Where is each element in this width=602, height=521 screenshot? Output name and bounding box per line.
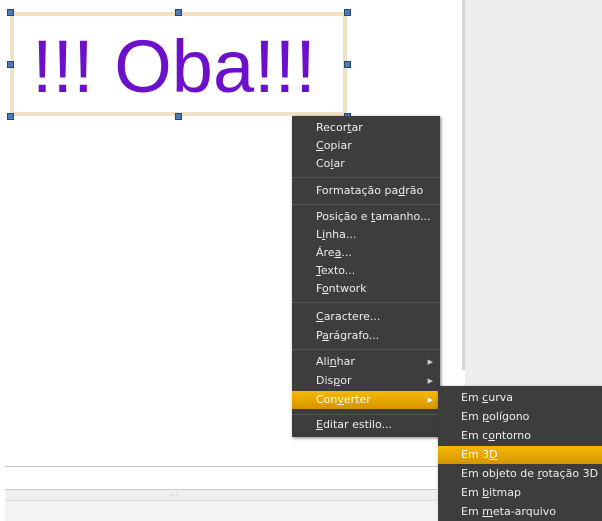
horizontal-scrollbar[interactable]: ::: [5, 489, 437, 501]
menu-item-label: ntorno [494, 429, 531, 442]
menu-item-label: or [340, 374, 352, 387]
accelerator-key: o [488, 429, 495, 442]
menu-item-copy[interactable]: Copiar [292, 137, 440, 155]
menu-item-label: Dis [316, 374, 334, 387]
menu-item-label: Ali [316, 355, 330, 368]
triangle-right-icon: ▶ [427, 358, 433, 366]
accelerator-key: D [489, 448, 498, 461]
accelerator-key: m [482, 505, 493, 518]
menu-item-text[interactable]: Texto... [292, 262, 440, 280]
menu-item-label: Con [316, 393, 338, 406]
selection-handle-right[interactable] [344, 61, 351, 68]
menu-item-label: Posição e [316, 210, 372, 223]
submenu-item-to-contour[interactable]: Em contorno [438, 427, 602, 445]
menu-item-label: opiar [323, 139, 352, 152]
selection-handle-top-left[interactable] [7, 9, 14, 16]
menu-item-label: ntwork [328, 282, 367, 295]
menu-item-label: olígono [489, 410, 530, 423]
menu-item-area[interactable]: Área... [292, 244, 440, 262]
menu-item-label: itmap [489, 486, 521, 499]
menu-item-label: amanho... [375, 210, 431, 223]
selection-handle-top-right[interactable] [344, 9, 351, 16]
menu-item-label: erter [343, 393, 371, 406]
menu-item-paste[interactable]: Colar [292, 155, 440, 173]
selection-handle-bottom[interactable] [175, 113, 182, 120]
menu-item-label: rágrafo... [328, 329, 380, 342]
menu-item-label: Em [461, 486, 483, 499]
submenu-item-to-polygon[interactable]: Em polígono [438, 408, 602, 426]
menu-item-label: Em objeto de [461, 467, 538, 480]
triangle-right-icon: ▶ [427, 377, 433, 385]
menu-item-label: har [336, 355, 355, 368]
menu-item-label: Em [461, 391, 483, 404]
menu-item-label: rão [405, 184, 424, 197]
submenu-item-to-metafile[interactable]: Em meta-arquivo [438, 503, 602, 521]
accelerator-key: a [322, 329, 329, 342]
text-box-object[interactable]: !!! Oba!!! [10, 12, 347, 116]
menu-item-label: Recor [316, 121, 348, 134]
menu-separator [292, 414, 440, 415]
menu-item-label: ... [341, 246, 352, 259]
menu-item-cut[interactable]: Recortar [292, 119, 440, 137]
menu-separator [292, 302, 440, 303]
submenu-item-to-bitmap[interactable]: Em bitmap [438, 484, 602, 502]
menu-item-arrange[interactable]: Dispor ▶ [292, 372, 440, 390]
menu-item-label: Áre [316, 246, 335, 259]
submenu-item-to-3d-rotation-object[interactable]: Em objeto de rotação 3D [438, 465, 602, 483]
selection-handle-bottom-left[interactable] [7, 113, 14, 120]
menu-item-align[interactable]: Alinhar ▶ [292, 353, 440, 371]
menu-item-label: ar [351, 121, 363, 134]
context-menu: Recortar Copiar Colar Formatação padrão … [292, 116, 440, 437]
menu-item-label: Formatação pa [316, 184, 399, 197]
menu-item-convert[interactable]: Converter ▶ [292, 391, 440, 409]
menu-item-label: otação 3D [541, 467, 599, 480]
status-strip [5, 501, 437, 521]
menu-item-default-formatting[interactable]: Formatação padrão [292, 182, 440, 200]
menu-item-label: ar [333, 157, 345, 170]
accelerator-key: C [316, 139, 324, 152]
menu-separator [292, 349, 440, 350]
menu-item-label: Em c [461, 429, 489, 442]
menu-separator [292, 177, 440, 178]
menu-separator [292, 204, 440, 205]
menu-item-position-size[interactable]: Posição e tamanho... [292, 208, 440, 226]
submenu-item-to-curve[interactable]: Em curva [438, 389, 602, 407]
scrollbar-grip[interactable]: ::: [170, 491, 179, 498]
menu-item-character[interactable]: Caractere... [292, 308, 440, 326]
menu-item-label: ditar estilo... [322, 418, 393, 431]
accelerator-key: E [316, 418, 323, 431]
accelerator-key: o [321, 282, 329, 295]
selection-handle-top[interactable] [175, 9, 182, 16]
triangle-right-icon: ▶ [427, 396, 433, 404]
selection-handle-left[interactable] [7, 61, 14, 68]
menu-item-label: Co [316, 157, 331, 170]
menu-item-label: Em [461, 410, 483, 423]
menu-item-label: Em [461, 505, 483, 518]
menu-item-label: urva [488, 391, 513, 404]
text-box-content: !!! Oba!!! [32, 25, 316, 108]
convert-submenu: Em curva Em polígono Em contorno Em 3D E… [438, 386, 602, 521]
menu-item-edit-style[interactable]: Editar estilo... [292, 416, 440, 434]
submenu-item-to-3d[interactable]: Em 3D [438, 446, 602, 464]
menu-item-label: exto... [320, 264, 356, 277]
menu-item-label: eta-arquivo [492, 505, 557, 518]
menu-item-label: aractere... [323, 310, 381, 323]
accelerator-key: n [329, 355, 337, 368]
menu-item-label: nha... [325, 228, 357, 241]
menu-item-paragraph[interactable]: Parágrafo... [292, 327, 440, 345]
menu-item-label: Em 3 [461, 448, 490, 461]
accelerator-key: C [316, 310, 324, 323]
menu-item-line[interactable]: Linha... [292, 226, 440, 244]
menu-item-fontwork[interactable]: Fontwork [292, 280, 440, 298]
